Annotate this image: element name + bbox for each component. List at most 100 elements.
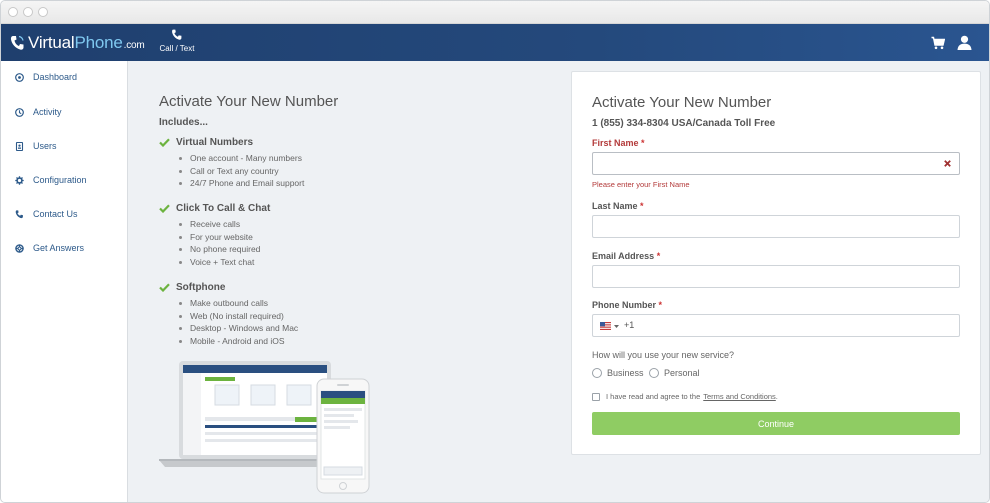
- terms-text: I have read and agree to the: [606, 392, 701, 401]
- last-name-field[interactable]: [592, 215, 960, 238]
- check-icon: [159, 203, 170, 213]
- phone-handset-icon: [172, 29, 182, 40]
- sidebar-item-label: Users: [33, 141, 57, 151]
- terms-period: .: [775, 392, 778, 401]
- sidebar-item-users[interactable]: Users: [1, 136, 128, 156]
- feature-list-item: Web (No install required): [176, 310, 298, 323]
- feature-list-item: Voice + Text chat: [176, 256, 270, 269]
- browser-window: VirtualPhone.com Call / Text Dashboard A…: [0, 0, 990, 503]
- radio-business[interactable]: Business: [592, 368, 644, 378]
- feature-list-item: Receive calls: [176, 218, 270, 231]
- required-marker: *: [640, 201, 644, 211]
- terms-checkbox[interactable]: [592, 392, 600, 401]
- activity-icon: [15, 107, 24, 117]
- required-marker: *: [641, 138, 645, 148]
- first-name-field[interactable]: [592, 152, 960, 175]
- feature-list-item: Call or Text any country: [176, 165, 304, 178]
- sidebar-item-label: Dashboard: [33, 72, 78, 82]
- selected-number: 1 (855) 334-8304 USA/Canada Toll Free: [592, 118, 776, 129]
- feature-title: Click To Call & Chat: [176, 202, 271, 214]
- us-flag-icon[interactable]: [600, 322, 611, 330]
- users-icon: [15, 141, 24, 151]
- radio-circle[interactable]: [649, 368, 659, 378]
- feature-title: Softphone: [176, 281, 226, 293]
- cart-icon[interactable]: [931, 36, 945, 50]
- feature-list-item: 24/7 Phone and Email support: [176, 177, 304, 190]
- phone-icon: [15, 209, 23, 218]
- devices-illustration: [159, 361, 370, 494]
- feature-list: Make outbound calls Web (No install requ…: [176, 297, 298, 347]
- sidebar-item-dashboard[interactable]: Dashboard: [1, 67, 128, 87]
- feature-virtual-numbers: Virtual Numbers One account - Many numbe…: [159, 135, 304, 190]
- feature-list: One account - Many numbers Call or Text …: [176, 152, 304, 190]
- feature-list-item: Make outbound calls: [176, 297, 298, 310]
- first-name-label: First Name *: [592, 138, 645, 148]
- window-close-dot[interactable]: [8, 7, 18, 17]
- feature-softphone: Softphone Make outbound calls Web (No in…: [159, 280, 298, 347]
- logo-part-phone: Phone: [74, 33, 123, 52]
- continue-button[interactable]: Continue: [592, 412, 960, 435]
- lifebuoy-icon: [15, 243, 24, 253]
- activation-form-card: Activate Your New Number 1 (855) 334-830…: [571, 71, 981, 455]
- virtualphone-logo[interactable]: VirtualPhone.com: [10, 33, 145, 53]
- nav-call-text-label: Call / Text: [159, 44, 195, 53]
- email-field[interactable]: [592, 265, 960, 288]
- last-name-label: Last Name *: [592, 201, 644, 211]
- sidebar-item-label: Get Answers: [33, 243, 85, 253]
- phone-label: Phone Number *: [592, 300, 662, 310]
- gear-icon: [15, 175, 24, 185]
- app-header: VirtualPhone.com Call / Text: [1, 24, 989, 61]
- sidebar-item-label: Configuration: [33, 175, 87, 185]
- sidebar-item-get-answers[interactable]: Get Answers: [1, 238, 128, 258]
- sidebar-item-configuration[interactable]: Configuration: [1, 170, 128, 190]
- close-icon[interactable]: [944, 160, 951, 167]
- chevron-down-icon[interactable]: [614, 325, 619, 328]
- feature-list: Receive calls For your website No phone …: [176, 218, 270, 268]
- first-name-label-text: First Name: [592, 138, 639, 148]
- radio-label: Personal: [664, 368, 700, 378]
- terms-agreement: I have read and agree to the Terms and C…: [592, 392, 778, 401]
- feature-list-item: One account - Many numbers: [176, 152, 304, 165]
- main-content: Activate Your New Number Includes... Vir…: [129, 61, 989, 502]
- radio-circle[interactable]: [592, 368, 602, 378]
- intro-title: Activate Your New Number: [159, 93, 339, 110]
- logo-part-virtual: Virtual: [28, 33, 75, 52]
- feature-title: Virtual Numbers: [176, 136, 254, 148]
- email-label-text: Email Address: [592, 251, 655, 261]
- feature-list-item: For your website: [176, 231, 270, 244]
- check-icon: [159, 137, 170, 147]
- first-name-error: Please enter your First Name: [592, 180, 690, 189]
- user-icon[interactable]: [957, 35, 972, 50]
- phone-label-text: Phone Number: [592, 300, 657, 310]
- last-name-label-text: Last Name: [592, 201, 638, 211]
- required-marker: *: [658, 300, 663, 310]
- sidebar: Dashboard Activity Users Configuration C…: [1, 61, 128, 502]
- form-title: Activate Your New Number: [592, 94, 772, 111]
- email-label: Email Address *: [592, 251, 660, 261]
- window-titlebar: [1, 1, 989, 24]
- phone-logo-icon: [10, 35, 24, 50]
- feature-list-item: Mobile - Android and iOS: [176, 335, 298, 348]
- required-marker: *: [656, 251, 661, 261]
- radio-personal[interactable]: Personal: [649, 368, 700, 378]
- feature-list-item: Desktop - Windows and Mac: [176, 322, 298, 335]
- sidebar-item-contact-us[interactable]: Contact Us: [1, 204, 128, 224]
- sidebar-item-label: Activity: [33, 107, 62, 117]
- window-minimize-dot[interactable]: [23, 7, 33, 17]
- feature-click-to-call: Click To Call & Chat Receive calls For y…: [159, 201, 270, 268]
- feature-list-item: No phone required: [176, 243, 270, 256]
- nav-call-text[interactable]: Call / Text: [156, 29, 198, 53]
- window-maximize-dot[interactable]: [38, 7, 48, 17]
- intro-subtitle: Includes...: [159, 117, 208, 128]
- logo-part-dotcom: .com: [123, 40, 145, 51]
- logo-wordmark: VirtualPhone.com: [28, 33, 145, 53]
- check-icon: [159, 282, 170, 292]
- sidebar-item-activity[interactable]: Activity: [1, 102, 128, 122]
- terms-link[interactable]: Terms and Conditions: [703, 392, 776, 401]
- radio-label: Business: [607, 368, 644, 378]
- dashboard-icon: [15, 72, 24, 82]
- phone-field[interactable]: +1: [592, 314, 960, 337]
- dial-code: +1: [624, 320, 635, 330]
- usage-question: How will you use your new service?: [592, 350, 735, 360]
- sidebar-item-label: Contact Us: [33, 209, 78, 219]
